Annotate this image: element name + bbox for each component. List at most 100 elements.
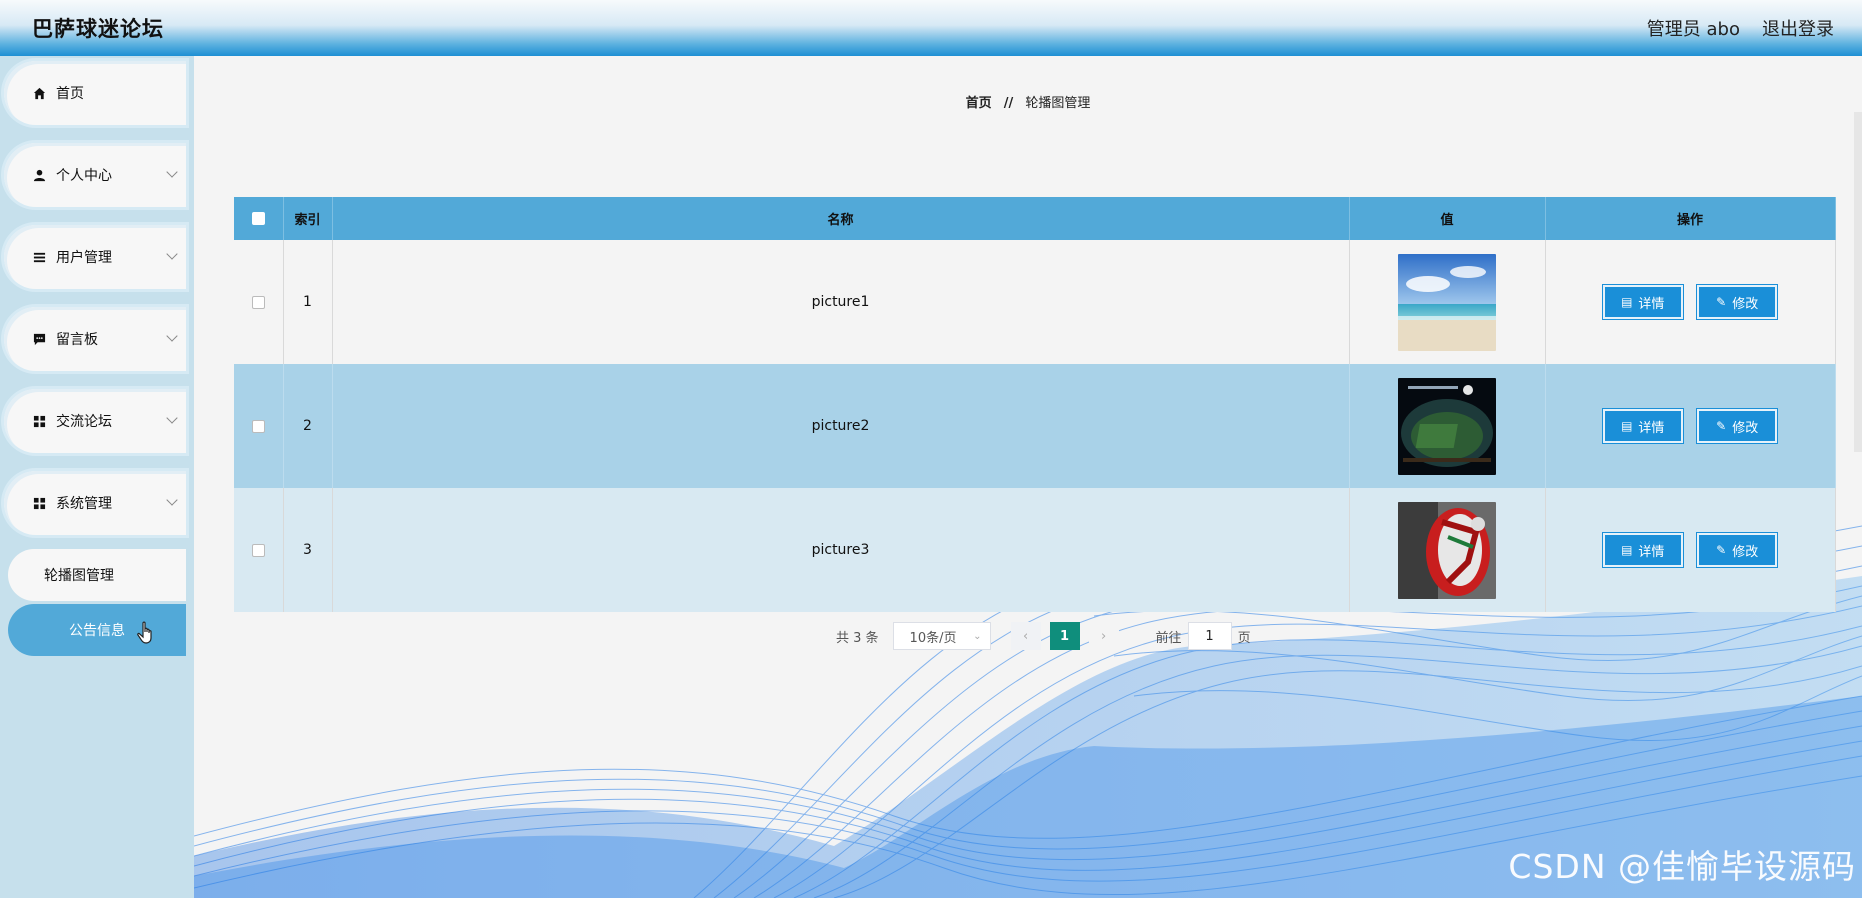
- goto-label: 前往: [1155, 630, 1182, 646]
- chevron-down-icon: [166, 166, 178, 178]
- row-name: picture3: [332, 488, 1350, 612]
- breadcrumb-current: 轮播图管理: [1025, 96, 1091, 111]
- table-header-row: 索引 名称 值 操作: [234, 197, 1836, 240]
- chevron-down-icon: [166, 412, 178, 424]
- chevron-down-icon: [166, 494, 178, 506]
- watermark: CSDN @佳愉毕设源码: [1508, 847, 1856, 886]
- column-header-index: 索引: [283, 197, 333, 240]
- detail-button-label: 详情: [1638, 420, 1665, 436]
- row-value-cell: [1349, 364, 1546, 488]
- sidebar-item-home[interactable]: 首页: [4, 61, 186, 125]
- edit-button[interactable]: ✎ 修改: [1696, 408, 1779, 444]
- row-actions: ▤ 详情 ✎ 修改: [1545, 240, 1836, 364]
- row-name: picture2: [332, 364, 1350, 488]
- table-row: 3 picture3 ▤ 详情 ✎ 修改: [234, 488, 1836, 612]
- edit-button[interactable]: ✎ 修改: [1696, 532, 1779, 568]
- select-all-header: [234, 197, 284, 240]
- edit-pencil-icon: ✎: [1716, 295, 1727, 309]
- row-index: 1: [283, 240, 333, 364]
- sidebar-item-label: 个人中心: [56, 168, 112, 184]
- goto-page-input[interactable]: 1: [1187, 622, 1232, 650]
- document-icon: ▤: [1621, 295, 1633, 309]
- sidebar-subitem-carousel-management[interactable]: 轮播图管理: [8, 549, 186, 601]
- sidebar-item-message-board[interactable]: 留言板: [4, 307, 186, 371]
- page-size-select[interactable]: 10条/页 ⌄: [892, 622, 991, 650]
- header-user-area: 管理员 abo 退出登录: [1647, 15, 1834, 41]
- row-checkbox[interactable]: [251, 419, 265, 433]
- sidebar-item-label: 首页: [56, 86, 84, 102]
- page-size-value: 10条/页: [909, 630, 957, 646]
- sidebar-item-system-management[interactable]: 系统管理: [4, 471, 186, 535]
- row-checkbox[interactable]: [251, 295, 265, 309]
- beach-image: [1398, 253, 1496, 351]
- top-header: 巴萨球迷论坛 管理员 abo 退出登录: [0, 0, 1862, 56]
- table-row: 1 picture1 ▤ 详情 ✎ 修改: [234, 240, 1836, 364]
- person-icon: [32, 168, 46, 182]
- select-all-checkbox[interactable]: [251, 212, 265, 225]
- breadcrumb-separator: //: [1003, 96, 1014, 111]
- row-value-cell: [1349, 240, 1546, 364]
- column-header-value: 值: [1349, 197, 1546, 240]
- sidebar-subitem-label: 轮播图管理: [44, 568, 114, 584]
- sidebar-item-forum[interactable]: 交流论坛: [4, 389, 186, 453]
- sidebar-item-user-management[interactable]: 用户管理: [4, 225, 186, 289]
- page-number-button[interactable]: 1: [1049, 622, 1080, 650]
- page-unit-label: 页: [1237, 630, 1251, 646]
- row-actions: ▤ 详情 ✎ 修改: [1545, 364, 1836, 488]
- pagination: 共 3 条 10条/页 ⌄ ‹ 1 › 前往 1 页: [836, 622, 1251, 650]
- edit-button-label: 修改: [1732, 420, 1759, 436]
- grid-icon: [32, 414, 46, 428]
- row-index: 2: [283, 364, 333, 488]
- detail-button[interactable]: ▤ 详情: [1601, 532, 1684, 568]
- sidebar-subitem-label: 公告信息: [69, 623, 125, 639]
- list-icon: [32, 250, 46, 264]
- detail-button-label: 详情: [1638, 296, 1665, 312]
- row-value-cell: [1349, 488, 1546, 612]
- chevron-down-icon: [166, 330, 178, 342]
- edit-button-label: 修改: [1732, 296, 1759, 312]
- sidebar-item-label: 交流论坛: [56, 414, 112, 430]
- document-icon: ▤: [1621, 543, 1633, 557]
- row-actions: ▤ 详情 ✎ 修改: [1545, 488, 1836, 612]
- sidebar: 首页 个人中心 用户管理 留言板 交流论坛 系统管理 轮播图管理 公告信息: [0, 56, 194, 898]
- edit-button[interactable]: ✎ 修改: [1696, 284, 1779, 320]
- sidebar-item-personal-center[interactable]: 个人中心: [4, 143, 186, 207]
- row-select-cell: [234, 240, 284, 364]
- row-name: picture1: [332, 240, 1350, 364]
- logout-link[interactable]: 退出登录: [1762, 15, 1834, 41]
- row-checkbox[interactable]: [251, 543, 265, 557]
- main-content: 首页 // 轮播图管理 索引 名称 值 操作 1 picture1 ▤ 详情 ✎…: [194, 56, 1862, 898]
- breadcrumb: 首页 // 轮播图管理: [194, 92, 1862, 111]
- table-row: 2 picture2 ▤ 详情 ✎ 修改: [234, 364, 1836, 488]
- prev-page-button[interactable]: ‹: [1010, 622, 1041, 650]
- chevron-down-icon: [166, 248, 178, 260]
- edit-pencil-icon: ✎: [1716, 543, 1727, 557]
- sidebar-item-label: 留言板: [56, 332, 98, 348]
- sidebar-item-label: 用户管理: [56, 250, 112, 266]
- message-icon: [32, 332, 46, 346]
- chevron-down-icon: ⌄: [973, 630, 982, 642]
- soccer-ball-image: [1398, 501, 1496, 599]
- carousel-table: 索引 名称 值 操作 1 picture1 ▤ 详情 ✎ 修改 2 pictur…: [234, 197, 1836, 612]
- current-user-label: 管理员 abo: [1646, 19, 1740, 40]
- chevron-left-icon: ‹: [1022, 628, 1029, 644]
- next-page-button[interactable]: ›: [1088, 622, 1119, 650]
- detail-button[interactable]: ▤ 详情: [1601, 408, 1684, 444]
- column-header-actions: 操作: [1545, 197, 1836, 240]
- row-select-cell: [234, 488, 284, 612]
- stadium-image: [1398, 377, 1496, 475]
- detail-button[interactable]: ▤ 详情: [1601, 284, 1684, 320]
- grid-icon: [32, 496, 46, 510]
- sidebar-item-label: 系统管理: [56, 496, 112, 512]
- row-select-cell: [234, 364, 284, 488]
- pagination-total: 共 3 条: [836, 630, 879, 646]
- chevron-right-icon: ›: [1100, 628, 1107, 644]
- row-index: 3: [283, 488, 333, 612]
- detail-button-label: 详情: [1638, 544, 1665, 560]
- edit-button-label: 修改: [1732, 544, 1759, 560]
- pointer-hand-icon: [137, 621, 157, 651]
- breadcrumb-home[interactable]: 首页: [966, 96, 992, 111]
- vertical-scrollbar[interactable]: [1854, 112, 1862, 452]
- sidebar-subitem-announcements[interactable]: 公告信息: [8, 604, 186, 656]
- column-header-name: 名称: [332, 197, 1350, 240]
